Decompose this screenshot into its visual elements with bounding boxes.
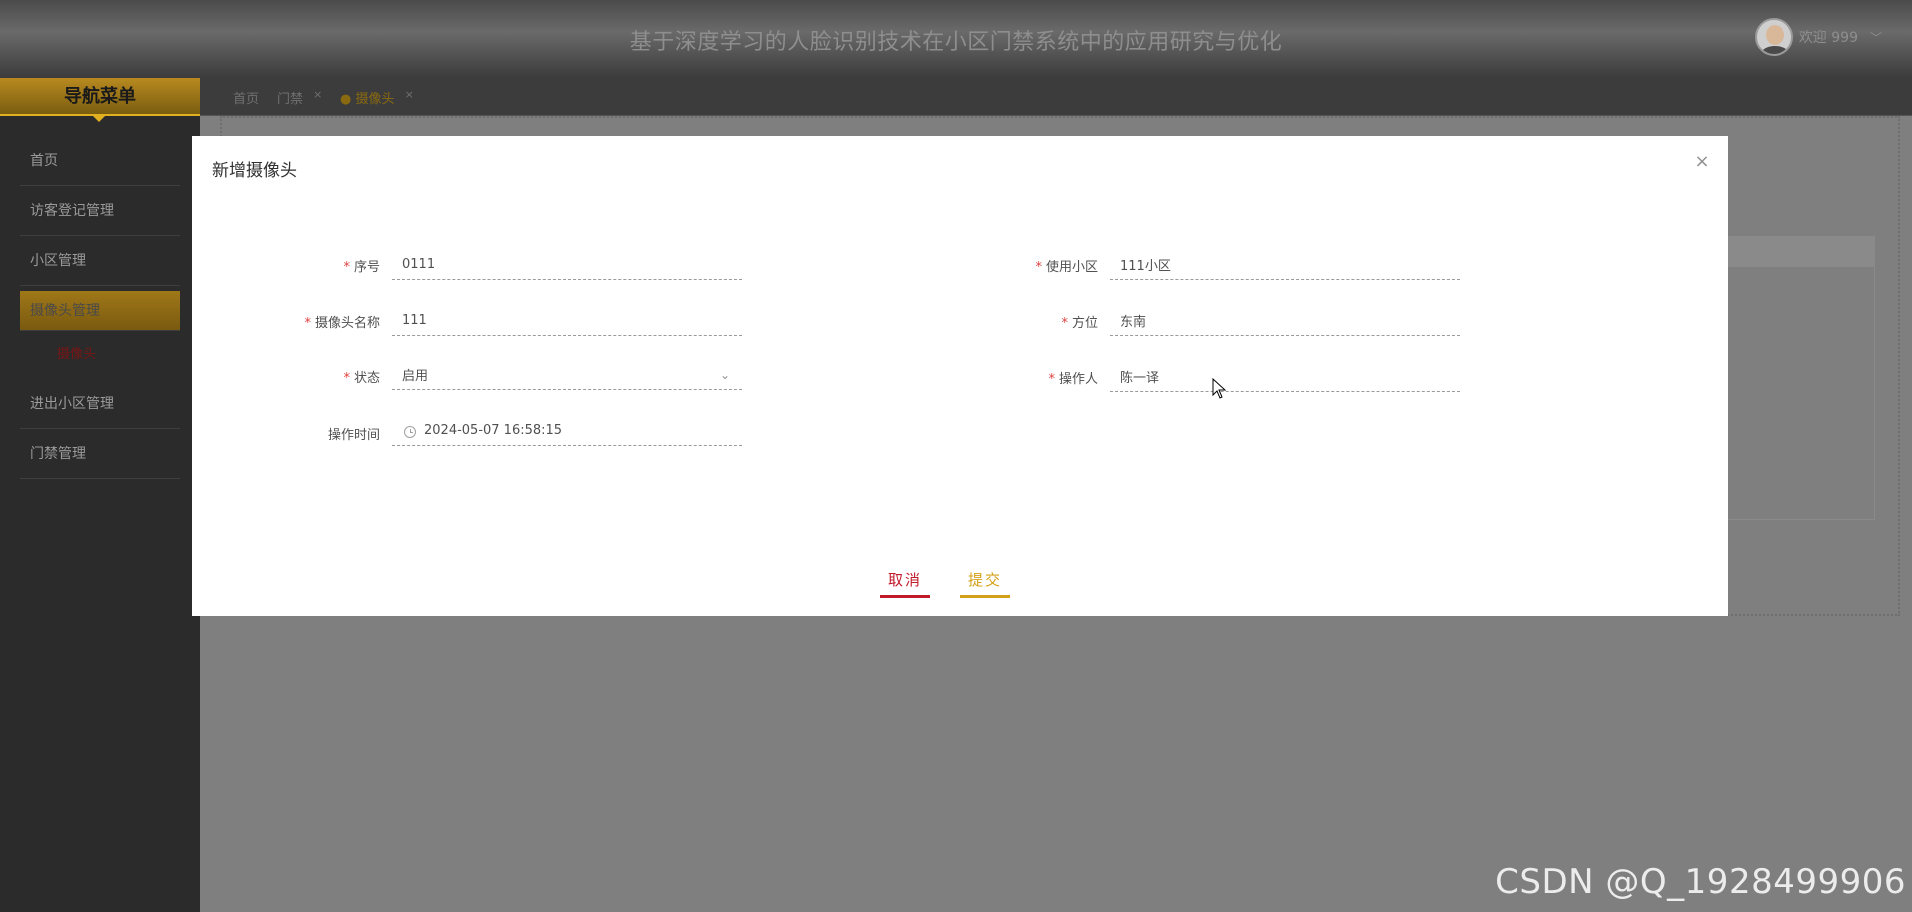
table-header-strip bbox=[1720, 236, 1875, 266]
sidebar: 导航菜单 首页 访客登记管理 小区管理 摄像头管理 摄像头 进出小区管理 门禁管… bbox=[0, 78, 200, 912]
op-time-field[interactable] bbox=[392, 416, 742, 446]
avatar[interactable] bbox=[1754, 18, 1793, 56]
close-icon[interactable]: × bbox=[405, 88, 414, 101]
operator-field[interactable] bbox=[1110, 362, 1460, 392]
tab-home-label: 首页 bbox=[233, 92, 260, 107]
sidebar-item-visitor-registration[interactable]: 访客登记管理 bbox=[20, 186, 180, 236]
direction-field[interactable] bbox=[1110, 306, 1460, 336]
tab-access-control[interactable]: 门禁 × bbox=[277, 88, 322, 107]
sidebar-item-entry-exit-management[interactable]: 进出小区管理 bbox=[20, 379, 180, 429]
tabs-bar: 首页 门禁 × ● 摄像头 × bbox=[200, 78, 1912, 116]
close-icon[interactable]: × bbox=[313, 88, 322, 101]
watermark: CSDN @Q_1928499906 bbox=[1495, 862, 1906, 902]
status-select[interactable] bbox=[392, 360, 742, 390]
table-body bbox=[1720, 266, 1875, 520]
tab-camera-label: ● 摄像头 bbox=[340, 92, 395, 107]
nav-menu-title: 导航菜单 bbox=[0, 78, 200, 122]
tab-camera[interactable]: ● 摄像头 × bbox=[340, 88, 414, 107]
serial-label: * 序号 bbox=[343, 260, 380, 275]
sidebar-item-access-control-management[interactable]: 门禁管理 bbox=[20, 429, 180, 479]
direction-label: * 方位 bbox=[1061, 316, 1098, 331]
cancel-button[interactable]: 取消 bbox=[880, 564, 930, 598]
sidebar-item-home[interactable]: 首页 bbox=[20, 136, 180, 186]
tab-access-control-label: 门禁 bbox=[277, 92, 304, 107]
sidebar-item-community-management[interactable]: 小区管理 bbox=[20, 236, 180, 286]
app-title: 基于深度学习的人脸识别技术在小区门禁系统中的应用研究与优化 bbox=[629, 30, 1283, 55]
mouse-cursor-icon bbox=[1212, 378, 1227, 399]
chevron-down-icon[interactable]: ⌄ bbox=[720, 368, 730, 382]
submit-button[interactable]: 提交 bbox=[960, 564, 1010, 598]
operator-label: * 操作人 bbox=[1048, 372, 1098, 387]
tab-home[interactable]: 首页 bbox=[233, 88, 259, 107]
camera-name-label: * 摄像头名称 bbox=[304, 316, 380, 331]
community-label: * 使用小区 bbox=[1035, 260, 1098, 275]
close-icon[interactable]: × bbox=[1692, 152, 1712, 172]
user-greeting[interactable]: 欢迎 999 bbox=[1799, 27, 1858, 47]
status-label: * 状态 bbox=[343, 371, 380, 386]
sidebar-subitem-camera[interactable]: 摄像头 bbox=[20, 331, 180, 379]
dialog-title: 新增摄像头 bbox=[212, 161, 297, 181]
serial-field[interactable] bbox=[392, 250, 742, 280]
nav-list: 首页 访客登记管理 小区管理 摄像头管理 摄像头 进出小区管理 门禁管理 bbox=[20, 136, 180, 479]
sidebar-item-camera-management[interactable]: 摄像头管理 bbox=[20, 291, 180, 331]
community-field[interactable] bbox=[1110, 250, 1460, 280]
user-menu[interactable]: 欢迎 999 ﹀ bbox=[1754, 18, 1882, 56]
top-header: 基于深度学习的人脸识别技术在小区门禁系统中的应用研究与优化 欢迎 999 ﹀ bbox=[0, 0, 1912, 78]
op-time-label: 操作时间 bbox=[327, 428, 380, 443]
add-camera-dialog: 新增摄像头 × *序号 *摄像头名称 *状态 ⌄ 操作时间 *使用小区 *方位 … bbox=[192, 136, 1728, 616]
chevron-down-icon[interactable]: ﹀ bbox=[1870, 29, 1882, 46]
camera-name-field[interactable] bbox=[392, 306, 742, 336]
